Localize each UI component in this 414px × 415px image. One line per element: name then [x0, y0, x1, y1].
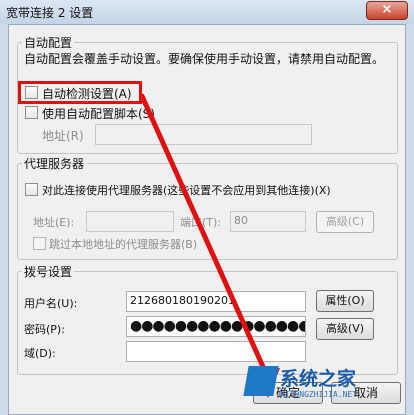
proxy-address-label: 地址(E): — [33, 216, 75, 229]
title-bar: 宽带连接 2 设置 × — [0, 0, 414, 24]
dialup-advanced-button[interactable]: 高级(V) — [316, 318, 374, 340]
highlight-box — [18, 81, 142, 104]
auto-config-description: 自动配置会覆盖手动设置。要确保使用手动设置，请禁用自动配置。 — [24, 52, 385, 66]
bypass-local-checkbox[interactable] — [33, 237, 46, 250]
domain-input[interactable] — [126, 341, 306, 362]
username-input[interactable]: 212680180190201 — [126, 291, 306, 312]
properties-button[interactable]: 属性(O) — [316, 290, 374, 312]
watermark: 系统之家 XITONGZHIJIA.NET — [243, 362, 404, 412]
proxy-legend: 代理服务器 — [24, 157, 85, 171]
close-button[interactable]: × — [366, 1, 408, 20]
password-input[interactable]: ●●●●●●●●●●●●●●●● — [126, 316, 306, 337]
use-proxy-checkbox[interactable] — [25, 183, 38, 196]
domain-label: 域(D): — [24, 347, 56, 360]
use-proxy-label[interactable]: 对此连接使用代理服务器(这些设置不会应用到其他连接)(X) — [42, 182, 331, 198]
proxy-address-input[interactable] — [86, 211, 174, 232]
bypass-local-label[interactable]: 跳过本地地址的代理服务器(B) — [49, 236, 197, 252]
use-script-checkbox[interactable] — [25, 106, 38, 119]
watermark-logo-icon — [243, 366, 279, 396]
window-title: 宽带连接 2 设置 — [6, 6, 94, 20]
proxy-port-input[interactable]: 80 — [230, 211, 306, 232]
proxy-advanced-button[interactable]: 高级(C) — [316, 211, 374, 233]
username-label: 用户名(U): — [24, 297, 78, 310]
use-script-label[interactable]: 使用自动配置脚本(S) — [42, 105, 155, 122]
watermark-url: XITONGZHIJIA.NET — [280, 390, 358, 399]
script-address-input[interactable] — [95, 124, 312, 145]
dialup-legend: 拨号设置 — [24, 265, 73, 279]
script-address-label: 地址(R) — [42, 129, 84, 143]
watermark-text: 系统之家 — [280, 368, 357, 390]
auto-config-legend: 自动配置 — [24, 36, 73, 50]
password-label: 密码(P): — [24, 323, 65, 336]
proxy-port-label: 端口(T): — [180, 216, 222, 229]
